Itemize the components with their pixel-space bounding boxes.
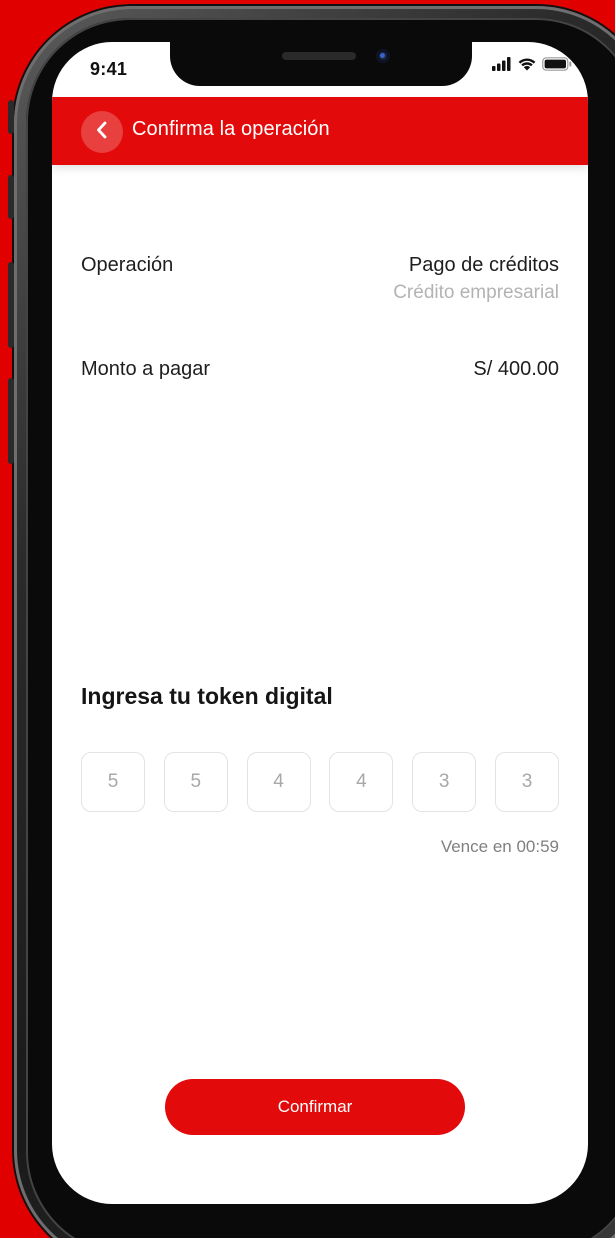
token-digit-1[interactable]: 5 (81, 752, 145, 812)
token-digit-2[interactable]: 5 (163, 752, 228, 812)
token-title: Ingresa tu token digital (81, 683, 333, 709)
chevron-left-icon (95, 121, 109, 144)
status-time: 9:41 (90, 59, 128, 79)
status-icons (492, 57, 572, 76)
page-title: Confirma la operación (132, 118, 330, 140)
side-button (8, 378, 14, 464)
token-expiry-timer: Vence en 00:59 (440, 837, 559, 856)
battery-icon (542, 57, 572, 76)
token-digit-4[interactable]: 4 (329, 752, 394, 812)
mute-switch (8, 100, 14, 134)
operation-value: Pago de créditos (408, 254, 559, 276)
notch (170, 42, 472, 86)
signal-icon (492, 57, 512, 76)
earpiece-speaker (282, 52, 356, 60)
phone-screen: 9:41 Confirma la operación Operación Pag… (52, 42, 588, 1204)
token-digit-3[interactable]: 4 (246, 752, 311, 812)
token-digit-5[interactable]: 3 (412, 752, 477, 812)
token-input-group: 5 5 4 4 3 3 (81, 752, 559, 812)
volume-up-button (8, 175, 14, 219)
background: 9:41 Confirma la operación Operación Pag… (0, 0, 615, 1238)
volume-down-button (8, 262, 14, 348)
wifi-icon (517, 57, 537, 76)
back-button[interactable] (81, 111, 123, 153)
front-camera (376, 49, 390, 63)
app-header: Confirma la operación (52, 97, 588, 165)
amount-value: S/ 400.00 (473, 358, 559, 380)
token-digit-6[interactable]: 3 (494, 752, 559, 812)
operation-label: Operación (81, 254, 174, 276)
confirm-button[interactable]: Confirmar (165, 1079, 465, 1135)
operation-subtitle: Crédito empresarial (393, 282, 559, 303)
amount-label: Monto a pagar (81, 358, 210, 380)
